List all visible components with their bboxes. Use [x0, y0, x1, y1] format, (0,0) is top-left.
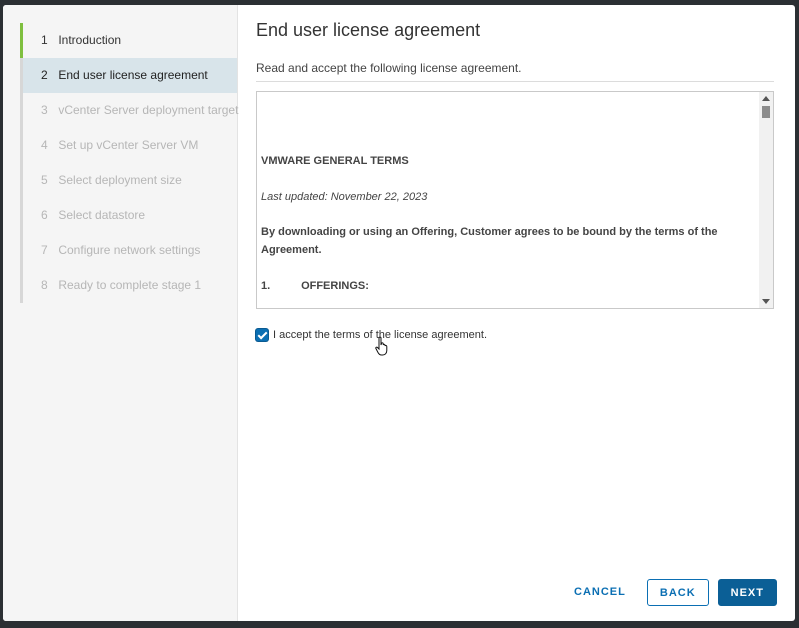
step-number: 3	[41, 103, 48, 117]
step-label: Select deployment size	[58, 173, 182, 187]
wizard-step-datastore: 6 Select datastore	[20, 198, 237, 233]
next-button[interactable]: NEXT	[717, 579, 777, 606]
step-label: Select datastore	[58, 208, 146, 222]
wizard-step-introduction[interactable]: 1 Introduction	[20, 23, 237, 58]
wizard-main-panel: End user license agreement Read and acce…	[238, 5, 795, 621]
step-number: 6	[41, 208, 48, 222]
accept-license-checkbox[interactable]	[256, 329, 268, 341]
accept-license-option[interactable]: I accept the terms of the license agreem…	[256, 329, 487, 341]
license-section-heading: 1. OFFERINGS:	[261, 277, 369, 295]
step-label: Configure network settings	[58, 243, 201, 257]
license-paragraph: By downloading or using an Offering, Cus…	[261, 226, 718, 256]
wizard-step-deployment-target: 3 vCenter Server deployment target	[20, 93, 239, 128]
wizard-step-setup-vm: 4 Set up vCenter Server VM	[20, 128, 237, 163]
wizard-step-deployment-size: 5 Select deployment size	[20, 163, 237, 198]
scrollbar-thumb[interactable]	[762, 106, 770, 118]
wizard-steps-list: 1 Introduction 2 End user license agreem…	[20, 23, 239, 303]
license-scrollbar[interactable]	[759, 92, 773, 308]
install-wizard-dialog: 1 Introduction 2 End user license agreem…	[3, 5, 795, 621]
wizard-step-eula[interactable]: 2 End user license agreement	[20, 58, 237, 93]
license-heading: VMWARE GENERAL TERMS	[261, 155, 409, 167]
step-number: 2	[41, 68, 48, 82]
scroll-down-arrow-icon[interactable]	[762, 299, 770, 304]
license-text-box[interactable]: VMWARE GENERAL TERMS Last updated: Novem…	[256, 91, 774, 309]
page-title: End user license agreement	[256, 20, 481, 40]
step-number: 1	[41, 33, 48, 47]
wizard-step-network: 7 Configure network settings	[20, 233, 237, 268]
step-number: 4	[41, 138, 48, 152]
license-updated-date: Last updated: November 22, 2023	[261, 191, 428, 203]
step-label: Ready to complete stage 1	[58, 278, 202, 292]
divider	[256, 81, 774, 82]
step-label: vCenter Server deployment target	[58, 103, 239, 117]
step-number: 5	[41, 173, 48, 187]
step-label: End user license agreement	[58, 68, 208, 82]
step-label: Introduction	[58, 33, 122, 47]
wizard-steps-sidebar: 1 Introduction 2 End user license agreem…	[3, 5, 238, 621]
hand-pointer-icon	[375, 336, 388, 356]
wizard-footer: CANCEL BACK NEXT	[553, 579, 777, 606]
wizard-step-ready: 8 Ready to complete stage 1	[20, 268, 237, 303]
scroll-up-arrow-icon[interactable]	[762, 96, 770, 101]
page-subtitle: Read and accept the following license ag…	[256, 61, 522, 75]
cancel-button[interactable]: CANCEL	[562, 579, 638, 606]
step-label: Set up vCenter Server VM	[58, 138, 199, 152]
section-title: OFFERINGS:	[301, 280, 369, 292]
section-number: 1.	[261, 280, 271, 292]
step-number: 8	[41, 278, 48, 292]
back-button[interactable]: BACK	[646, 579, 709, 606]
step-number: 7	[41, 243, 48, 257]
